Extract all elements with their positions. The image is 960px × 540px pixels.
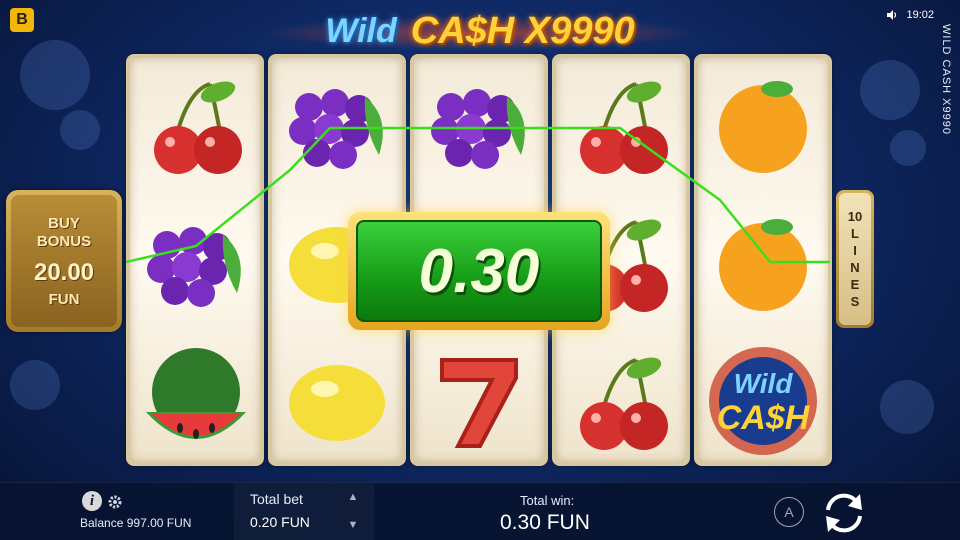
- seven-icon: [440, 358, 518, 448]
- grapes-icon: [147, 227, 241, 307]
- buy-bonus-price: 20.00: [33, 258, 95, 286]
- gear-icon[interactable]: [107, 494, 123, 510]
- bet-panel: Total bet 0.20 FUN ▲ ▼: [234, 483, 374, 540]
- game-title-logo: Wild CA$H X9990: [260, 8, 700, 54]
- total-bet-value: 0.20 FUN: [250, 514, 310, 530]
- paylines-letter: I: [853, 243, 857, 258]
- grapes-icon: [431, 89, 525, 169]
- symbol-orange: [698, 196, 828, 330]
- balance-value: 997.00 FUN: [126, 516, 192, 530]
- symbol-watermelon: [130, 334, 260, 468]
- title-cash: CA$H X9990: [410, 9, 635, 52]
- clock: 19:02: [906, 9, 934, 21]
- lemon-icon: [289, 365, 385, 441]
- symbol-orange: [698, 58, 828, 192]
- bet-decrease-button[interactable]: ▼: [346, 519, 360, 531]
- grapes-icon: [289, 89, 383, 169]
- balance-display: Balance 997.00 FUN: [80, 516, 191, 530]
- total-win-value: 0.30 FUN: [500, 511, 590, 534]
- paylines-count: 10: [847, 209, 863, 224]
- cherry-icon: [580, 357, 668, 450]
- win-amount-popup: 0.30: [348, 212, 610, 330]
- speaker-icon[interactable]: [886, 9, 898, 21]
- title-wild: Wild: [325, 11, 397, 50]
- symbol-cherry: [556, 334, 686, 468]
- status-area: 19:02: [886, 9, 934, 21]
- paylines-panel: 10 L I N E S: [839, 193, 871, 325]
- autoplay-button[interactable]: A: [774, 497, 804, 527]
- total-bet-label: Total bet: [250, 491, 303, 507]
- spin-button[interactable]: [818, 488, 870, 538]
- orange-icon: [719, 81, 807, 173]
- wild-symbol-text-2: CA$H: [717, 399, 811, 437]
- wild-symbol-text-1: Wild: [734, 368, 794, 399]
- paylines-letter: L: [851, 226, 859, 241]
- symbol-lemon: [272, 334, 402, 468]
- reel-1: [126, 54, 264, 466]
- balance-label: Balance: [80, 516, 124, 530]
- watermelon-icon: [146, 348, 246, 439]
- paylines-indicator: 10 L I N E S: [836, 190, 874, 328]
- win-amount-panel: 0.30: [356, 220, 602, 322]
- paylines-letter: N: [850, 260, 860, 275]
- symbol-grapes: [130, 196, 260, 330]
- buy-bonus-label-bonus: BONUS: [36, 232, 92, 250]
- side-game-title: WILD CASH X9990: [940, 24, 952, 135]
- symbol-grapes: [414, 58, 544, 192]
- info-icon[interactable]: i: [82, 491, 102, 511]
- symbol-wild-cash: Wild CA$H: [698, 334, 828, 468]
- symbol-grapes: [272, 58, 402, 192]
- bet-increase-button[interactable]: ▲: [346, 491, 360, 503]
- cherry-icon: [154, 81, 242, 174]
- paylines-letter: E: [850, 277, 860, 292]
- total-win-label: Total win:: [520, 493, 575, 508]
- orange-icon: [719, 219, 807, 311]
- symbol-cherry: [556, 58, 686, 192]
- symbol-cherry: [130, 58, 260, 192]
- buy-bonus-panel: BUY BONUS 20.00 FUN: [11, 195, 117, 327]
- buy-bonus-label-buy: BUY: [48, 214, 80, 232]
- bottom-control-bar: i Balance 997.00 FUN Total bet 0.20 FUN …: [0, 482, 960, 540]
- brand-logo: B: [10, 8, 34, 32]
- buy-bonus-currency: FUN: [48, 290, 80, 308]
- symbol-seven: [414, 334, 544, 468]
- wild-cash-icon: Wild CA$H: [709, 347, 817, 455]
- win-amount: 0.30: [418, 236, 540, 306]
- paylines-letter: S: [850, 294, 860, 309]
- reel-5: Wild CA$H: [694, 54, 832, 466]
- buy-bonus-button[interactable]: BUY BONUS 20.00 FUN: [6, 190, 122, 332]
- cherry-icon: [580, 81, 668, 174]
